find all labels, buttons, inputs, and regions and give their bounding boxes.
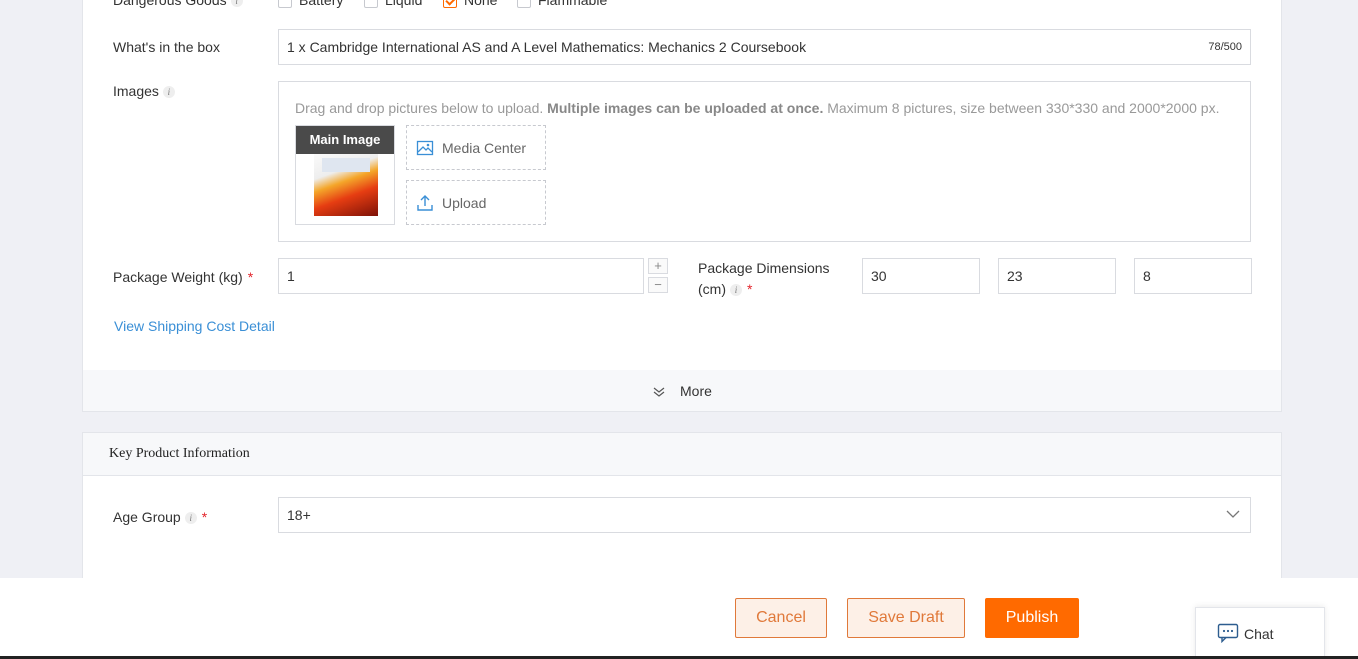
more-label: More bbox=[680, 383, 712, 399]
required-mark: * bbox=[201, 509, 208, 525]
package-height-value: 8 bbox=[1143, 268, 1151, 284]
whats-in-box-input[interactable]: 1 x Cambridge International AS and A Lev… bbox=[278, 29, 1251, 65]
package-dimensions-unit-label: (cm) i * bbox=[698, 281, 753, 297]
upload-hint: Drag and drop pictures below to upload. … bbox=[295, 100, 1220, 116]
chat-widget[interactable]: Chat bbox=[1195, 607, 1325, 659]
key-product-info-card: Key Product Information Age Group i * 18+ bbox=[82, 432, 1282, 592]
product-details-card: Dangerous Goods i Battery Liquid None Fla… bbox=[82, 0, 1282, 412]
age-group-label: Age Group i * bbox=[113, 509, 208, 525]
dangerous-goods-label: Dangerous Goods i bbox=[113, 0, 243, 8]
main-image-thumbnail[interactable]: Main Image bbox=[295, 125, 395, 225]
weight-decrement-button[interactable]: − bbox=[648, 277, 668, 293]
checkbox-liquid-label: Liquid bbox=[385, 0, 423, 8]
package-weight-input[interactable]: 1 bbox=[278, 258, 644, 294]
publish-button[interactable]: Publish bbox=[985, 598, 1079, 638]
whats-in-box-label: What's in the box bbox=[113, 39, 220, 55]
package-height-input[interactable]: 8 bbox=[1134, 258, 1252, 294]
checkbox-flammable[interactable] bbox=[517, 0, 531, 8]
whats-in-box-value: 1 x Cambridge International AS and A Lev… bbox=[287, 39, 807, 55]
main-image-label: Main Image bbox=[296, 126, 394, 154]
section-header: Key Product Information bbox=[83, 433, 1281, 476]
char-counter: 78/500 bbox=[1208, 41, 1242, 53]
chat-label: Chat bbox=[1244, 626, 1274, 642]
package-length-value: 30 bbox=[871, 268, 887, 284]
double-chevron-down-icon bbox=[653, 387, 665, 397]
checkbox-none-label: None bbox=[464, 0, 498, 8]
checkbox-battery[interactable] bbox=[278, 0, 292, 8]
media-center-button[interactable]: Media Center bbox=[406, 125, 546, 170]
media-center-label: Media Center bbox=[442, 140, 527, 156]
package-length-input[interactable]: 30 bbox=[862, 258, 980, 294]
book-cover-image bbox=[314, 154, 378, 216]
package-width-value: 23 bbox=[1007, 268, 1023, 284]
section-title: Key Product Information bbox=[109, 446, 250, 461]
upload-button[interactable]: Upload bbox=[406, 180, 546, 225]
view-shipping-cost-link[interactable]: View Shipping Cost Detail bbox=[114, 318, 275, 334]
more-toggle[interactable]: More bbox=[83, 370, 1281, 411]
package-width-input[interactable]: 23 bbox=[998, 258, 1116, 294]
cancel-button[interactable]: Cancel bbox=[735, 598, 827, 638]
action-footer: Cancel Save Draft Publish bbox=[0, 578, 1358, 659]
upload-label: Upload bbox=[442, 195, 487, 211]
checkbox-flammable-label: Flammable bbox=[538, 0, 608, 8]
info-icon[interactable]: i bbox=[230, 0, 243, 8]
checkbox-battery-label: Battery bbox=[299, 0, 344, 8]
save-draft-button[interactable]: Save Draft bbox=[847, 598, 965, 638]
required-mark: * bbox=[247, 269, 254, 285]
chevron-down-icon bbox=[1226, 510, 1240, 518]
age-group-select[interactable]: 18+ bbox=[278, 497, 1251, 533]
info-icon[interactable]: i bbox=[730, 284, 742, 297]
package-weight-label: Package Weight (kg) * bbox=[113, 269, 254, 285]
info-icon[interactable]: i bbox=[184, 512, 197, 525]
chat-icon bbox=[1217, 623, 1239, 643]
age-group-value: 18+ bbox=[287, 507, 311, 523]
image-upload-area[interactable]: Drag and drop pictures below to upload. … bbox=[278, 81, 1251, 242]
checkbox-none[interactable] bbox=[443, 0, 457, 8]
package-dimensions-label: Package Dimensions bbox=[698, 260, 830, 276]
upload-icon bbox=[417, 195, 433, 211]
required-mark: * bbox=[747, 281, 753, 297]
package-weight-value: 1 bbox=[287, 268, 295, 284]
weight-increment-button[interactable]: + bbox=[648, 258, 668, 274]
info-icon[interactable]: i bbox=[162, 86, 175, 99]
image-icon bbox=[416, 140, 434, 156]
images-label: Images i bbox=[113, 83, 175, 99]
checkbox-liquid[interactable] bbox=[364, 0, 378, 8]
